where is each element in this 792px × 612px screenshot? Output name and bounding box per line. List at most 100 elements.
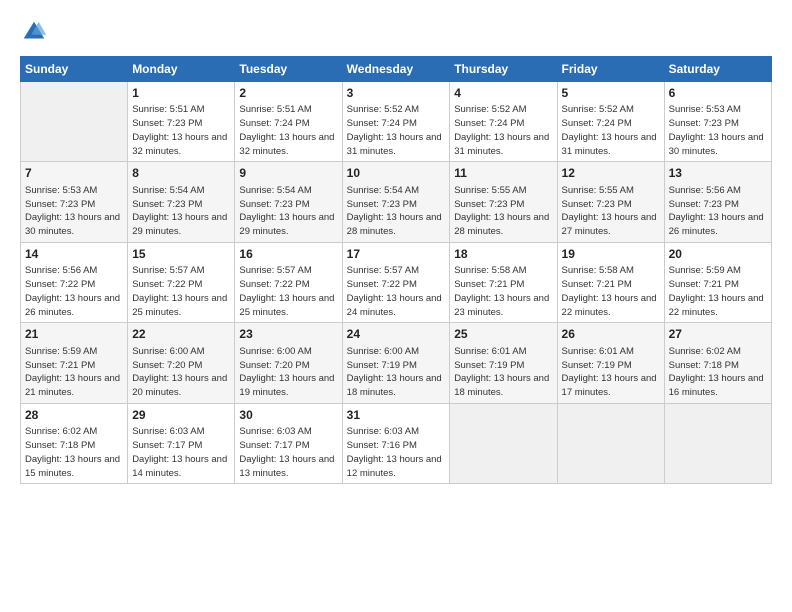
calendar-cell: 26Sunrise: 6:01 AMSunset: 7:19 PMDayligh…: [557, 323, 664, 403]
sunrise-text: Sunrise: 6:02 AM: [25, 426, 97, 437]
day-number: 24: [347, 326, 446, 343]
daylight-text: Daylight: 13 hours and 28 minutes.: [347, 212, 442, 237]
sunset-text: Sunset: 7:24 PM: [239, 118, 309, 129]
sunrise-text: Sunrise: 5:57 AM: [239, 265, 311, 276]
header-friday: Friday: [557, 57, 664, 82]
calendar-cell: 4Sunrise: 5:52 AMSunset: 7:24 PMDaylight…: [450, 82, 557, 162]
daylight-text: Daylight: 13 hours and 20 minutes.: [132, 373, 227, 398]
daylight-text: Daylight: 13 hours and 23 minutes.: [454, 293, 549, 318]
sunrise-text: Sunrise: 6:02 AM: [669, 346, 741, 357]
header-wednesday: Wednesday: [342, 57, 450, 82]
calendar-cell: 1Sunrise: 5:51 AMSunset: 7:23 PMDaylight…: [128, 82, 235, 162]
sunset-text: Sunset: 7:16 PM: [347, 440, 417, 451]
daylight-text: Daylight: 13 hours and 31 minutes.: [347, 132, 442, 157]
sunset-text: Sunset: 7:23 PM: [132, 118, 202, 129]
day-number: 31: [347, 407, 446, 424]
sunrise-text: Sunrise: 5:54 AM: [239, 185, 311, 196]
day-number: 27: [669, 326, 767, 343]
header-tuesday: Tuesday: [235, 57, 342, 82]
daylight-text: Daylight: 13 hours and 28 minutes.: [454, 212, 549, 237]
sunrise-text: Sunrise: 5:52 AM: [562, 104, 634, 115]
header-sunday: Sunday: [21, 57, 128, 82]
daylight-text: Daylight: 13 hours and 32 minutes.: [239, 132, 334, 157]
sunset-text: Sunset: 7:23 PM: [239, 199, 309, 210]
calendar-cell: 11Sunrise: 5:55 AMSunset: 7:23 PMDayligh…: [450, 162, 557, 242]
day-number: 19: [562, 246, 660, 263]
day-number: 28: [25, 407, 123, 424]
sunset-text: Sunset: 7:19 PM: [562, 360, 632, 371]
sunset-text: Sunset: 7:23 PM: [132, 199, 202, 210]
day-number: 4: [454, 85, 552, 102]
day-number: 13: [669, 165, 767, 182]
calendar-week-row: 7Sunrise: 5:53 AMSunset: 7:23 PMDaylight…: [21, 162, 772, 242]
day-number: 8: [132, 165, 230, 182]
sunrise-text: Sunrise: 5:55 AM: [562, 185, 634, 196]
daylight-text: Daylight: 13 hours and 32 minutes.: [132, 132, 227, 157]
sunset-text: Sunset: 7:20 PM: [132, 360, 202, 371]
day-number: 30: [239, 407, 337, 424]
sunset-text: Sunset: 7:22 PM: [132, 279, 202, 290]
calendar-cell: 28Sunrise: 6:02 AMSunset: 7:18 PMDayligh…: [21, 403, 128, 483]
day-number: 15: [132, 246, 230, 263]
calendar-cell: 25Sunrise: 6:01 AMSunset: 7:19 PMDayligh…: [450, 323, 557, 403]
calendar-cell: 18Sunrise: 5:58 AMSunset: 7:21 PMDayligh…: [450, 242, 557, 322]
day-number: 3: [347, 85, 446, 102]
sunrise-text: Sunrise: 5:54 AM: [132, 185, 204, 196]
daylight-text: Daylight: 13 hours and 17 minutes.: [562, 373, 657, 398]
daylight-text: Daylight: 13 hours and 12 minutes.: [347, 454, 442, 479]
sunrise-text: Sunrise: 5:59 AM: [25, 346, 97, 357]
day-number: 21: [25, 326, 123, 343]
calendar-cell: 21 Sunrise: 5:59 AM Sunset: 7:21 PM Dayligh…: [21, 323, 128, 403]
day-number: 2: [239, 85, 337, 102]
calendar-week-row: 28Sunrise: 6:02 AMSunset: 7:18 PMDayligh…: [21, 403, 772, 483]
day-number: 16: [239, 246, 337, 263]
calendar-cell: 10Sunrise: 5:54 AMSunset: 7:23 PMDayligh…: [342, 162, 450, 242]
daylight-text: Daylight: 13 hours and 19 minutes.: [239, 373, 334, 398]
sunset-text: Sunset: 7:21 PM: [562, 279, 632, 290]
sunrise-text: Sunrise: 6:01 AM: [454, 346, 526, 357]
daylight-text: Daylight: 13 hours and 21 minutes.: [25, 373, 120, 398]
daylight-text: Daylight: 13 hours and 25 minutes.: [132, 293, 227, 318]
sunrise-text: Sunrise: 5:59 AM: [669, 265, 741, 276]
sunset-text: Sunset: 7:19 PM: [347, 360, 417, 371]
day-number: 23: [239, 326, 337, 343]
sunset-text: Sunset: 7:21 PM: [669, 279, 739, 290]
sunrise-text: Sunrise: 6:03 AM: [132, 426, 204, 437]
calendar-cell: [557, 403, 664, 483]
sunset-text: Sunset: 7:18 PM: [669, 360, 739, 371]
day-number: 12: [562, 165, 660, 182]
calendar-cell: 19Sunrise: 5:58 AMSunset: 7:21 PMDayligh…: [557, 242, 664, 322]
sunset-text: Sunset: 7:23 PM: [562, 199, 632, 210]
daylight-text: Daylight: 13 hours and 16 minutes.: [669, 373, 764, 398]
sunset-text: Sunset: 7:17 PM: [239, 440, 309, 451]
daylight-text: Daylight: 13 hours and 31 minutes.: [454, 132, 549, 157]
day-number: 22: [132, 326, 230, 343]
sunset-text: Sunset: 7:22 PM: [25, 279, 95, 290]
day-number: 11: [454, 165, 552, 182]
day-number: 14: [25, 246, 123, 263]
sunrise-text: Sunrise: 6:00 AM: [347, 346, 419, 357]
daylight-text: Daylight: 13 hours and 26 minutes.: [669, 212, 764, 237]
sunrise-text: Sunrise: 5:55 AM: [454, 185, 526, 196]
header-area: [20, 18, 772, 46]
daylight-text: Daylight: 13 hours and 25 minutes.: [239, 293, 334, 318]
daylight-text: Daylight: 13 hours and 13 minutes.: [239, 454, 334, 479]
daylight-text: Daylight: 13 hours and 29 minutes.: [132, 212, 227, 237]
calendar-cell: 12Sunrise: 5:55 AMSunset: 7:23 PMDayligh…: [557, 162, 664, 242]
sunset-text: Sunset: 7:24 PM: [562, 118, 632, 129]
daylight-text: Daylight: 13 hours and 26 minutes.: [25, 293, 120, 318]
sunset-text: Sunset: 7:21 PM: [454, 279, 524, 290]
calendar-cell: [450, 403, 557, 483]
calendar-cell: 2Sunrise: 5:51 AMSunset: 7:24 PMDaylight…: [235, 82, 342, 162]
calendar-cell: 5Sunrise: 5:52 AMSunset: 7:24 PMDaylight…: [557, 82, 664, 162]
sunrise-text: Sunrise: 5:58 AM: [562, 265, 634, 276]
calendar-cell: [21, 82, 128, 162]
daylight-text: Daylight: 13 hours and 30 minutes.: [669, 132, 764, 157]
sunset-text: Sunset: 7:21 PM: [25, 360, 95, 371]
calendar-cell: 23Sunrise: 6:00 AMSunset: 7:20 PMDayligh…: [235, 323, 342, 403]
calendar-cell: 17Sunrise: 5:57 AMSunset: 7:22 PMDayligh…: [342, 242, 450, 322]
sunrise-text: Sunrise: 5:53 AM: [669, 104, 741, 115]
sunrise-text: Sunrise: 6:01 AM: [562, 346, 634, 357]
sunset-text: Sunset: 7:24 PM: [454, 118, 524, 129]
sunset-text: Sunset: 7:23 PM: [347, 199, 417, 210]
